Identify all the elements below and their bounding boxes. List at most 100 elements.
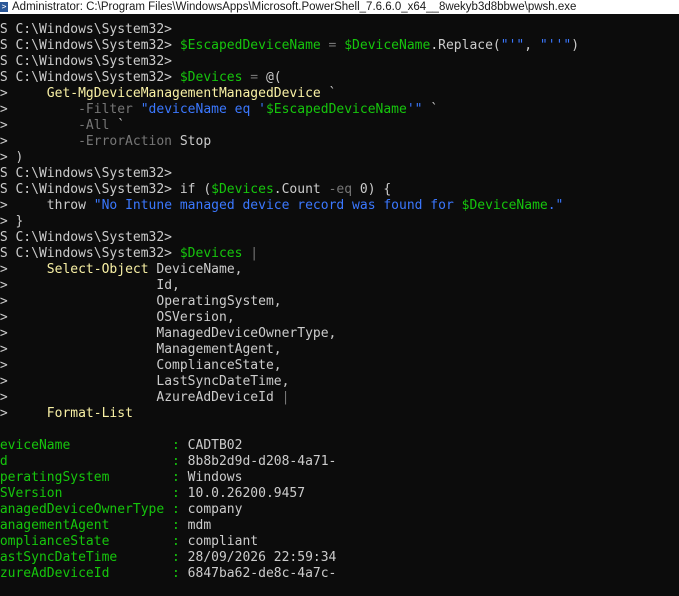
console-line: ManagementAgent : mdm [0, 518, 211, 534]
console-line: >> Format-List [0, 406, 133, 422]
console-token: >> [0, 374, 157, 389]
console-token: PS C:\Windows\System32> [0, 246, 180, 261]
console-line: PS C:\Windows\System32> if ($Devices.Cou… [0, 182, 391, 198]
console-token: PS C:\Windows\System32> [0, 166, 180, 181]
console-token [133, 102, 141, 117]
console-line: Id : 8b8b2d9d-d208-4a71- [0, 454, 336, 470]
console-token [86, 198, 94, 213]
console-token: | [242, 246, 259, 261]
console-line: >> Id, [0, 278, 180, 294]
console-line: DeviceName : CADTB02 [0, 438, 242, 454]
console-token: ManagedDeviceOwnerType, [156, 326, 337, 341]
console-token: >> [0, 310, 157, 325]
console-token: .Count [273, 182, 329, 197]
console-token: Get-MgDeviceManagementManagedDevice [46, 86, 321, 101]
title-bar[interactable]: > Administrator: C:\Program Files\Window… [0, 0, 679, 14]
console-token: >> [0, 198, 8, 213]
console-token: $Devices [211, 182, 274, 197]
console-token: ` [109, 118, 126, 133]
console-token: DeviceName, [148, 262, 243, 277]
console-line: PS C:\Windows\System32> $Devices | [0, 246, 258, 262]
console-token: -ErrorAction [78, 134, 173, 149]
console-token: Format-List [46, 406, 133, 421]
console-line: >> } [0, 214, 23, 230]
console-token: ." [547, 198, 564, 213]
console-token: mdm [187, 518, 212, 533]
console-token: AzureAdDeviceId : [0, 566, 188, 581]
console-token: >> ) [0, 150, 24, 165]
console-line: >> ) [0, 150, 23, 166]
console-line: PS C:\Windows\System32> $Devices = @( [0, 70, 282, 86]
console-token: "''" [539, 38, 572, 53]
console-line: ManagedDeviceOwnerType : company [0, 502, 242, 518]
console-token: "'" [500, 38, 525, 53]
console-output[interactable]: PS C:\Windows\System32> PS C:\Windows\Sy… [0, 22, 679, 596]
console-token: throw [46, 198, 86, 213]
console-token: >> [0, 406, 8, 421]
console-line: >> throw "No Intune managed device recor… [0, 198, 563, 214]
console-token: CADTB02 [187, 438, 243, 453]
console-token: | [273, 390, 290, 405]
console-line: OSVersion : 10.0.26200.9457 [0, 486, 305, 502]
console-token: >> [0, 118, 79, 133]
console-token: AzureAdDeviceId [156, 390, 274, 405]
console-token: -Filter [78, 102, 133, 117]
console-line: AzureAdDeviceId : 6847ba62-de8c-4a7c- [0, 566, 336, 582]
console-token: >> [0, 134, 79, 149]
console-token: PS C:\Windows\System32> [0, 22, 180, 37]
console-line: PS C:\Windows\System32> [0, 22, 180, 38]
console-line: >> Get-MgDeviceManagementManagedDevice ` [0, 86, 336, 102]
console-token: >> [0, 342, 157, 357]
console-line: PS C:\Windows\System32> [0, 166, 180, 182]
console-line: LastSyncDateTime : 28/09/2026 22:59:34 [0, 550, 336, 566]
console-line: >> -Filter "deviceName eq '$EscapedDevic… [0, 102, 438, 118]
console-token: ( [195, 182, 212, 197]
console-line: OperatingSystem : Windows [0, 470, 242, 486]
console-token: LastSyncDateTime, [156, 374, 290, 389]
console-line: PS C:\Windows\System32> [0, 54, 180, 70]
console-token: ` [422, 102, 439, 117]
console-token: OSVersion : [0, 486, 188, 501]
console-token: @( [265, 70, 282, 85]
console-token: , [524, 38, 540, 53]
console-token: PS C:\Windows\System32> [0, 38, 180, 53]
console-token: Id, [156, 278, 180, 293]
console-token: >> [0, 262, 8, 277]
console-token: >> [0, 278, 157, 293]
console-token: .Replace( [430, 38, 501, 53]
console-token: Stop [172, 134, 212, 149]
console-line: >> -All ` [0, 118, 125, 134]
console-token: ManagementAgent : [0, 518, 188, 533]
console-line: >> -ErrorAction Stop [0, 134, 211, 150]
console-token: $Devices [179, 70, 243, 85]
console-line: >> AzureAdDeviceId | [0, 390, 289, 406]
console-token: OSVersion, [156, 310, 235, 325]
console-token: ` [320, 86, 337, 101]
console-token: >> [0, 102, 79, 117]
console-token: DeviceName : [0, 438, 188, 453]
console-token: >> [0, 294, 157, 309]
console-token: PS C:\Windows\System32> [0, 70, 180, 85]
terminal-window: > Administrator: C:\Program Files\Window… [0, 0, 679, 596]
console-token: "deviceName eq ' [140, 102, 266, 117]
console-token: PS C:\Windows\System32> [0, 230, 180, 245]
powershell-icon: > [0, 2, 8, 12]
console-token: PS C:\Windows\System32> [0, 182, 180, 197]
console-token: $EscapedDeviceName [265, 102, 407, 117]
console-token: = [320, 38, 345, 53]
console-line: >> ManagementAgent, [0, 342, 282, 358]
console-token: Id : [0, 454, 188, 469]
console-token: ) [571, 38, 580, 53]
console-token: Select-Object [46, 262, 149, 277]
console-token: OperatingSystem : [0, 470, 188, 485]
console-token: OperatingSystem, [156, 294, 282, 309]
console-token: ManagedDeviceOwnerType : [0, 502, 188, 517]
console-line: PS C:\Windows\System32> $EscapedDeviceNa… [0, 38, 579, 54]
console-token: $EscapedDeviceName [179, 38, 321, 53]
console-token: >> [0, 326, 157, 341]
console-token: ComplianceState, [156, 358, 282, 373]
console-token: $DeviceName [461, 198, 548, 213]
console-line: ComplianceState : compliant [0, 534, 258, 550]
console-token: compliant [187, 534, 259, 549]
console-token: 0) { [352, 182, 392, 197]
